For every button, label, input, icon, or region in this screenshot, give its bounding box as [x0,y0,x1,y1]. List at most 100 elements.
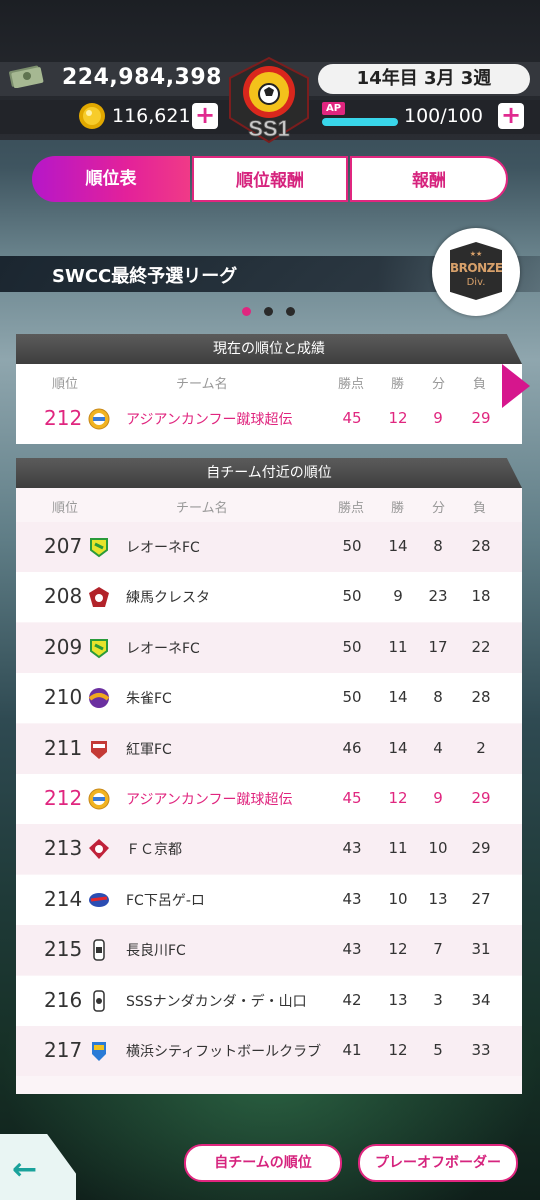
rank: 216 [44,987,83,1012]
team-name: レオーネFC [126,540,200,556]
wins: 11 [388,637,408,656]
wins: 12 [388,409,408,427]
bronze-division-badge[interactable]: ★★ BRONZE Div. [432,228,520,316]
team-logo-icon [92,1042,106,1061]
team-logo-icon [89,587,109,608]
losses: 2 [476,738,486,757]
losses: 28 [471,688,491,707]
col-rank: 順位 [52,377,79,392]
team-name: アジアンカンフー蹴球超伝 [126,792,293,808]
team-logo-icon [93,989,105,1012]
losses: 34 [471,990,491,1009]
losses: 28 [471,537,491,555]
points: 45 [342,789,362,807]
wins: 9 [393,587,403,606]
col-points: 勝点 [338,377,365,392]
column-headers-nearby: 順位 チーム名 勝点 勝 分 負 [16,488,522,522]
team-name: 練馬クレスタ [126,590,210,607]
standing-row[interactable]: 207 レオーネFC 50 14 8 28 [16,522,522,572]
draws: 13 [428,889,448,908]
money-value: 224,984,398 [62,65,222,90]
tab-rank-rewards[interactable]: 順位報酬 [192,156,348,202]
add-coins-button[interactable]: + [192,103,218,129]
team-name: ＦＣ京都 [126,842,182,859]
playoff-border-button[interactable]: プレーオフボーダー [358,1144,518,1182]
current-team-row[interactable]: 212 アジアンカンフー蹴球超伝 45 12 9 29 [16,394,522,444]
division-name: BRONZE [450,261,503,275]
add-ap-button[interactable]: + [498,103,524,129]
page-dot-2[interactable] [264,307,273,316]
col-team: チーム名 [176,377,228,392]
team-logo-icon [90,538,108,558]
coin-icon [79,103,105,129]
standing-row[interactable]: 211 紅軍FC 46 14 4 2 [16,723,522,774]
points: 43 [342,839,362,858]
tab-standings[interactable]: 順位表 [32,156,190,202]
points: 50 [342,587,362,606]
draws: 17 [428,637,448,656]
draws: 5 [433,1041,443,1059]
current-standing-panel: 順位 チーム名 勝点 勝 分 負 212 アジアンカンフー蹴球超伝 45 12 … [16,364,522,444]
draws: 8 [433,688,443,707]
points: 50 [342,688,362,707]
page-dot-3[interactable] [286,307,295,316]
rank: 207 [44,534,83,558]
team-name: FC下呂ゲ-ロ [126,892,205,909]
col-draws: 分 [432,377,446,392]
tab-bar: 順位表 順位報酬 報酬 [32,156,508,206]
rank: 215 [44,937,83,962]
points: 42 [342,990,362,1009]
team-logo-icon [93,939,105,961]
standing-row[interactable]: 210 朱雀FC 50 14 8 28 [16,673,522,724]
team-logo-icon [91,740,107,759]
standing-row[interactable]: 209 レオーネFC 50 11 17 22 [16,622,522,673]
game-date: 14年目 3月 3週 [318,64,530,94]
ap-label: AP [322,102,346,115]
standing-row[interactable]: 216 SSSナンダカンダ・デ・山口 42 13 3 34 [16,975,522,1026]
league-title: SWCC最終予選リーグ [52,266,238,287]
losses: 22 [471,637,491,656]
ap-progress-fill [322,118,398,126]
status-header: 224,984,398 116,621 + SS1 14年目 3月 3週 AP … [0,0,540,144]
draws: 8 [433,537,443,555]
points: 43 [342,940,362,959]
points: 50 [342,637,362,656]
col-points: 勝点 [338,501,365,516]
col-wins: 勝 [391,377,405,392]
wins: 14 [388,738,408,757]
points: 41 [342,1041,362,1059]
standing-row[interactable]: 212 アジアンカンフー蹴球超伝 45 12 9 29 [16,774,522,824]
team-name: SSSナンダカンダ・デ・山口 [126,993,307,1010]
standing-row[interactable]: 208 練馬クレスタ 50 9 23 18 [16,572,522,623]
division-stars: ★★ [469,250,483,258]
team-logo-icon [88,688,110,709]
team-logo-icon [88,408,110,430]
col-rank: 順位 [52,501,79,516]
col-losses: 負 [473,501,487,516]
club-emblem-icon[interactable]: SS1 [226,56,312,146]
col-team: チーム名 [176,501,228,516]
draws: 3 [433,990,443,1009]
ap-progress-bar [322,118,398,126]
points: 45 [342,409,362,427]
page-dot-1[interactable] [242,307,251,316]
wins: 10 [388,889,408,908]
standing-row[interactable]: 213 ＦＣ京都 43 11 10 29 [16,824,522,875]
rank: 214 [44,886,83,911]
draws: 4 [433,738,443,757]
losses: 27 [471,889,491,908]
standing-row[interactable]: 215 長良川FC 43 12 7 31 [16,925,522,976]
nearby-standing-heading: 自チーム付近の順位 [16,458,522,488]
rank: 211 [44,735,83,760]
tab-rewards[interactable]: 報酬 [350,156,508,202]
division-shield-icon: ★★ BRONZE Div. [450,242,502,300]
ap-value: 100/100 [404,105,483,127]
nearby-standing-panel: 順位 チーム名 勝点 勝 分 負 207 レオーネFC 50 14 8 28 208 練馬クレ… [16,488,522,1094]
own-rank-button[interactable]: 自チームの順位 [184,1144,342,1182]
standing-row[interactable]: 217 横浜シティフットボールクラブ 41 12 5 33 [16,1026,522,1076]
back-arrow-icon: ← [12,1152,38,1187]
standing-row[interactable]: 214 FC下呂ゲ-ロ 43 10 13 27 [16,874,522,925]
current-standing-heading: 現在の順位と成績 [16,334,522,364]
col-wins: 勝 [391,501,405,516]
column-headers: 順位 チーム名 勝点 勝 分 負 [16,364,522,398]
